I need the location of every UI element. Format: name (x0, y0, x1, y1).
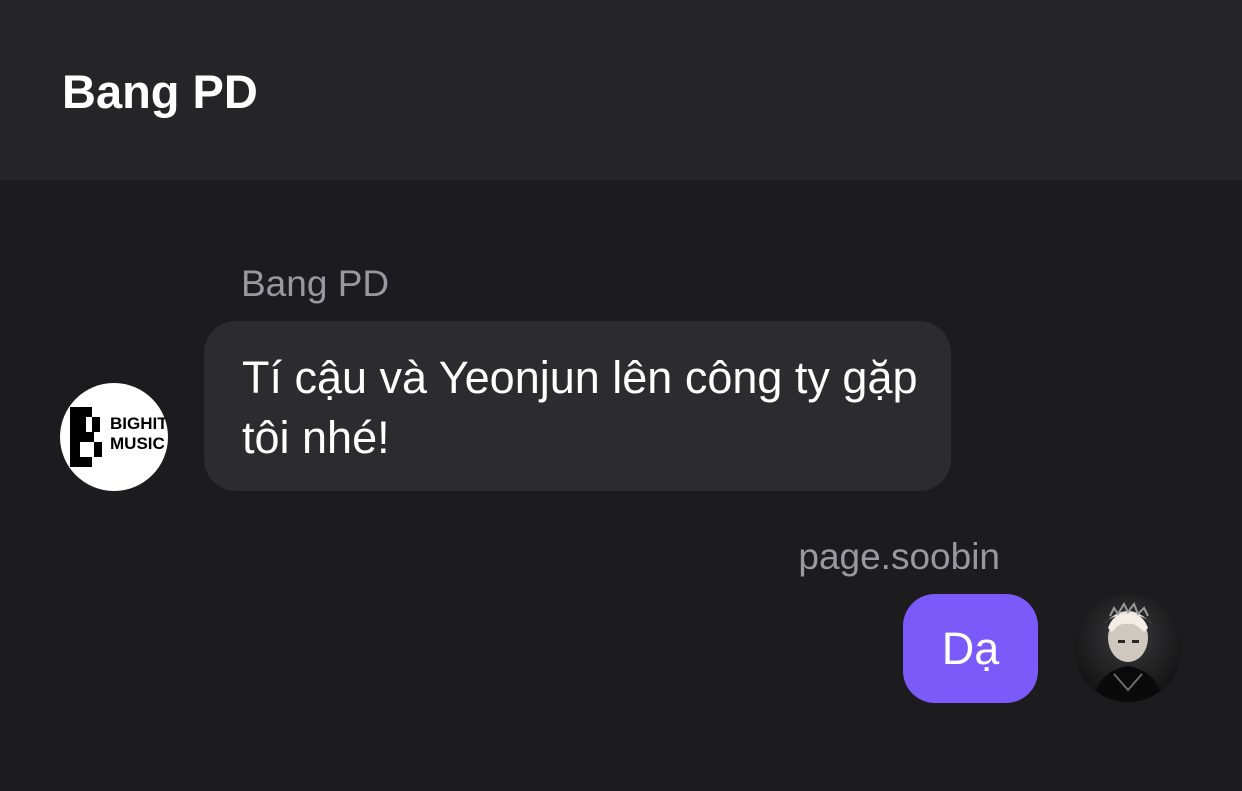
chat-title: Bang PD (62, 65, 258, 118)
logo-text-line-2: MUSIC (110, 434, 165, 453)
bighit-music-logo-icon[interactable]: BIGHIT MUSIC (60, 383, 168, 491)
incoming-message-bubble[interactable]: Tí cậu và Yeonjun lên công ty gặp tôi nh… (204, 321, 951, 491)
chat-header: Bang PD (0, 0, 1242, 180)
profile-photo-graphic (1094, 601, 1162, 702)
logo-text-line-1: BIGHIT (110, 414, 168, 433)
bighit-logo-graphic: BIGHIT MUSIC (70, 407, 168, 467)
incoming-sender-name: Bang PD (241, 263, 390, 304)
profile-photo-icon[interactable] (1074, 594, 1182, 702)
outgoing-message-text: Dạ (941, 623, 1000, 674)
outgoing-sender-name: page.soobin (798, 536, 1000, 577)
chat-screen: Bang PD Bang PD BIGHIT MUSIC Tí cậu và Y… (0, 0, 1242, 791)
outgoing-message-bubble[interactable]: Dạ (903, 594, 1038, 703)
incoming-message-text: Tí cậu và Yeonjun lên công ty gặp tôi nh… (242, 352, 918, 463)
